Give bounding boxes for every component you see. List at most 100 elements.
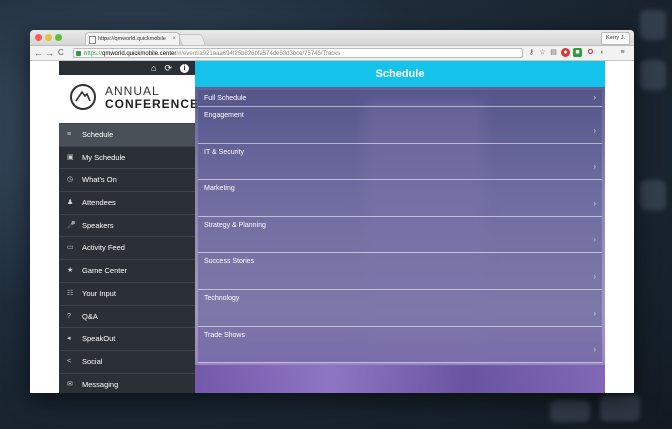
browser-toolbar: ← → C https://qmworld.quickmobile.center… [30,46,634,61]
sidebar-item-game-center[interactable]: ★ Game Center [59,259,195,282]
extension-green-icon[interactable]: ■ [573,48,582,57]
megaphone-icon: ◂ [67,335,71,343]
sidebar-item-speakout[interactable]: ◂ SpeakOut [59,327,195,350]
bookmark-star-icon[interactable]: ☆ [538,48,547,57]
sidebar-item-label: SpeakOut [82,334,116,344]
track-list: Full Schedule › Engagement › IT & Security… [198,90,602,364]
new-tab-button[interactable] [177,34,207,46]
sidebar-item-social[interactable]: < Social [59,349,195,373]
sidebar: ⌂ ⟳ i ANNUAL CONFERENCE ≡ Schedule ▣ My Sc… [59,61,198,393]
background-tile [640,10,666,40]
url-domain: qmworld.quickmobile.center [102,51,177,57]
refresh-icon[interactable]: ⟳ [164,61,172,75]
sidebar-item-label: Game Center [82,266,128,276]
close-window-button[interactable] [35,34,42,41]
opera-extension-icon[interactable]: O [586,48,595,57]
chat-icon: ▭ [67,244,74,252]
question-icon: ? [67,312,71,320]
background-tile [640,60,666,90]
star-icon: ★ [67,267,74,275]
sidebar-item-my-schedule[interactable]: ▣ My Schedule [59,145,195,169]
track-item-marketing[interactable]: Marketing › [198,180,602,217]
sidebar-item-messaging[interactable]: ✉ Messaging [59,372,195,393]
list-icon: ≡ [67,131,72,138]
mountain-logo-icon [70,84,96,110]
sidebar-item-qa[interactable]: ? Q&A [59,304,195,328]
menu-icon[interactable]: ≡ [618,48,627,57]
browser-tab[interactable]: https://qmworld.quickmobile × [85,32,180,45]
back-icon[interactable]: ← [34,47,43,59]
checklist-icon: ☷ [67,289,74,297]
chevron-right-icon: › [593,125,596,135]
envelope-icon: ✉ [67,380,73,388]
chevron-right-icon: › [593,271,596,281]
track-item-trade-shows[interactable]: Trade Shows › [198,326,602,364]
tab-close-icon[interactable]: × [172,33,176,45]
sidebar-item-label: Q&A [82,311,98,321]
info-icon[interactable]: i [180,63,189,73]
sidebar-item-whats-on[interactable]: ◷ What's On [59,168,195,191]
track-label: Success Stories [204,258,255,266]
chevron-right-icon: › [593,162,596,172]
forward-icon[interactable]: → [45,47,54,59]
track-item-technology[interactable]: Technology › [198,289,602,327]
logo-text-annual: ANNUAL [105,84,160,98]
background-tile [640,180,666,210]
share-icon: < [67,357,72,365]
home-icon[interactable]: ⌂ [151,61,156,75]
tab-title: https://qmworld.quickmobile [98,36,166,42]
title-bar: https://qmworld.quickmobile × Kerry J. [30,30,634,46]
sidebar-item-label: My Schedule [82,152,126,162]
browser-window: https://qmworld.quickmobile × Kerry J. ←… [30,30,634,393]
sidebar-item-label: Schedule [82,130,114,139]
chevron-right-icon: › [593,235,596,245]
track-label: Engagement [204,112,244,119]
web-page: ⌂ ⟳ i ANNUAL CONFERENCE ≡ Schedule ▣ My Sc… [30,61,634,393]
minimize-window-button[interactable] [45,34,52,41]
key-icon[interactable]: ⚷ [527,48,536,57]
lock-icon [76,51,81,56]
track-item-it-security[interactable]: IT & Security › [198,143,602,181]
address-bar[interactable]: https://qmworld.quickmobile.center/#/eve… [73,48,523,58]
sidebar-item-attendees[interactable]: ♟ Attendees [59,191,195,214]
sidebar-item-your-input[interactable]: ☷ Your Input [59,281,195,305]
track-label: Full Schedule [204,95,247,102]
track-item-strategy-planning[interactable]: Strategy & Planning › [198,216,602,254]
url-scheme: https:// [84,51,103,57]
page-icon [89,36,96,44]
chevron-right-icon: › [593,308,596,318]
person-icon: ♟ [67,199,74,207]
sidebar-item-label: Attendees [82,198,116,208]
url-path: /#/event/a921aaa694f25b826bfa574de53d3bc… [176,51,341,57]
maximize-window-button[interactable] [55,34,62,41]
sidebar-item-activity-feed[interactable]: ▭ Activity Feed [59,236,195,259]
chevron-right-icon: › [593,198,596,208]
chevron-right-icon: › [593,345,596,355]
sidebar-item-label: Social [82,356,103,366]
track-label: Marketing [204,185,235,193]
adblock-icon[interactable]: ● [561,48,570,57]
track-item-success-stories[interactable]: Success Stories › [198,253,602,290]
chevron-right-icon: › [593,93,596,102]
profile-button[interactable]: Kerry J. [601,32,630,45]
sidebar-item-schedule[interactable]: ≡ Schedule [59,123,195,146]
background-tile [600,395,640,421]
track-item-full-schedule[interactable]: Full Schedule › [198,90,602,107]
sidebar-item-speakers[interactable]: 🎤 Speakers [59,213,195,237]
microphone-icon: 🎤 [67,221,76,229]
track-label: IT & Security [204,148,244,156]
conference-logo: ANNUAL CONFERENCE [59,75,198,123]
logo-text-conference: CONFERENCE [105,97,200,111]
extension-grey-icon[interactable]: ◐ [598,48,607,57]
sidebar-item-label: Your Input [82,288,116,298]
sidebar-item-label: Messaging [82,379,119,389]
track-item-engagement[interactable]: Engagement › [198,107,602,144]
sidebar-menu: ≡ Schedule ▣ My Schedule ◷ What's On ♟ Atten… [59,123,195,393]
sidebar-item-label: What's On [82,175,117,185]
extension-icon[interactable]: ▤ [549,48,558,57]
track-label: Technology [204,294,240,302]
sidebar-item-label: Activity Feed [82,243,125,253]
track-label: Strategy & Planning [204,221,266,229]
reload-icon[interactable]: C [58,47,64,59]
track-label: Trade Shows [204,331,245,339]
